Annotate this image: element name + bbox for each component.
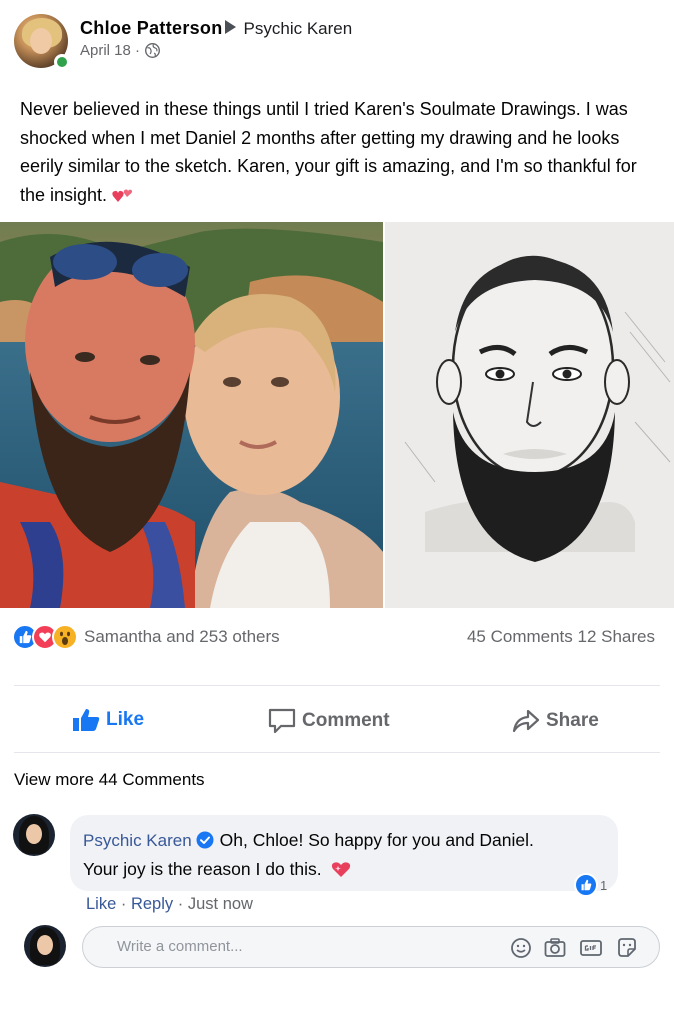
comment-time: Just now [187, 895, 253, 913]
view-more-comments-link[interactable]: View more 44 Comments [14, 770, 205, 790]
comment-author[interactable]: Psychic Karen [83, 831, 192, 850]
comment-button[interactable]: Comment [268, 708, 390, 734]
action-bar: Like Comment Share [0, 700, 674, 746]
arrow-right-icon [224, 20, 236, 34]
like-reaction-icon [574, 873, 598, 897]
comment-bubble: Psychic Karen Oh, Chloe! So happy for you… [70, 815, 618, 891]
comment-line-1: Psychic Karen Oh, Chloe! So happy for you… [83, 826, 605, 855]
post-header: Chloe Patterson Psychic Karen April 18 · [14, 14, 654, 72]
comment-text-line-2: Your joy is the reason I do this. [83, 859, 322, 879]
verified-icon [196, 831, 214, 849]
avatar-face [37, 935, 53, 955]
share-button[interactable]: Share [512, 708, 599, 734]
emoji-icon[interactable] [509, 936, 533, 960]
comment-text-line-1: Oh, Chloe! So happy for you and Daniel. [219, 830, 534, 850]
divider [14, 752, 660, 753]
online-status-icon [54, 54, 70, 70]
commenter-avatar[interactable] [13, 814, 55, 856]
reactions-summary[interactable]: Samantha and 253 others [12, 624, 280, 650]
separator-dot: · [177, 895, 184, 913]
comments-shares-count[interactable]: 45 Comments 12 Shares [467, 627, 655, 647]
sketch-drawing[interactable] [385, 222, 674, 608]
like-button-label: Like [106, 709, 145, 730]
comment-input[interactable] [117, 938, 477, 955]
comment-button-label: Comment [302, 710, 390, 731]
thumbs-up-icon [73, 709, 100, 731]
avatar-face [30, 28, 52, 54]
gif-icon[interactable] [579, 936, 603, 960]
target-page-name[interactable]: Psychic Karen [244, 19, 353, 38]
comment-reaction[interactable]: 1 [574, 873, 607, 897]
sticker-icon[interactable] [615, 936, 639, 960]
post-text: Never believed in these things until I t… [20, 95, 650, 209]
comment-reaction-count: 1 [600, 877, 608, 893]
separator-dot: · [120, 895, 127, 913]
divider [14, 685, 660, 686]
like-button[interactable]: Like [72, 708, 144, 732]
comment-icon [268, 708, 296, 734]
reactions-text[interactable]: Samantha and 253 others [84, 627, 280, 647]
globe-icon [145, 43, 161, 58]
comment-line-2: Your joy is the reason I do this. [83, 855, 605, 884]
author-line: Chloe Patterson Psychic Karen [80, 18, 352, 39]
comment-actions: Like · Reply · Just now [86, 895, 253, 914]
camera-icon[interactable] [543, 936, 567, 960]
couple-photo[interactable] [0, 222, 383, 608]
couple-photo-illustration [0, 222, 383, 608]
wow-reaction-icon [52, 624, 78, 650]
share-button-label: Share [546, 710, 599, 731]
comment-composer[interactable] [82, 926, 660, 968]
current-user-avatar [24, 925, 66, 967]
share-icon [512, 709, 540, 733]
comment-like-link[interactable]: Like [86, 895, 116, 913]
sparkling-heart-emoji [331, 862, 350, 877]
author-name[interactable]: Chloe Patterson [80, 18, 223, 38]
post-date[interactable]: April 18 · [80, 42, 140, 59]
sketch-illustration [385, 222, 674, 608]
post-meta: April 18 · [80, 42, 161, 59]
avatar-face [26, 824, 42, 844]
comment-reply-link[interactable]: Reply [131, 895, 173, 913]
two-hearts-emoji [112, 188, 133, 202]
